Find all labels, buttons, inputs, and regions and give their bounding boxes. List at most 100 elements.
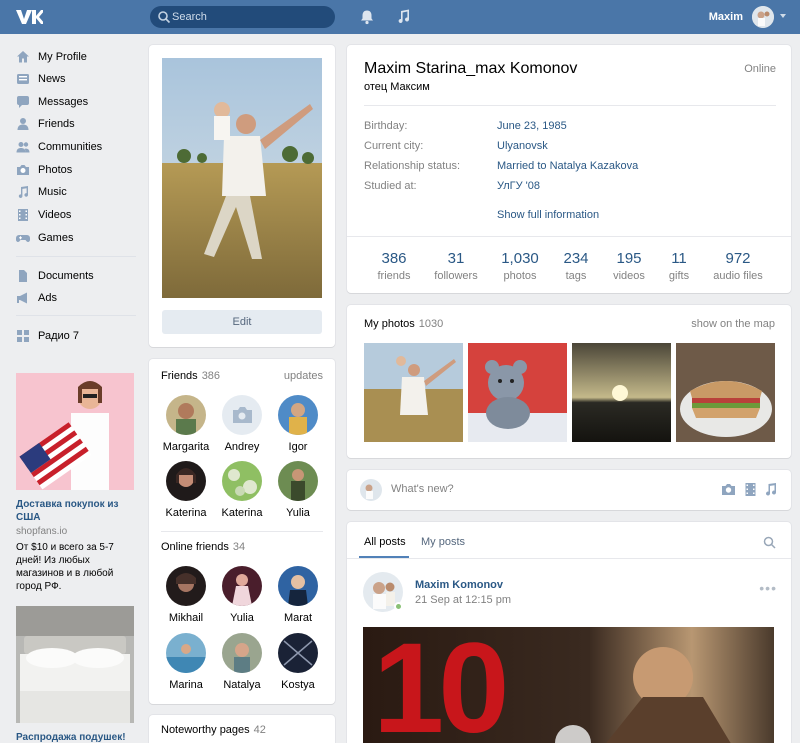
nav-item-my-profile[interactable]: My Profile	[16, 47, 136, 67]
friend-avatar	[278, 395, 318, 435]
online-friends-count: 34	[232, 541, 246, 553]
ad-block[interactable]: Доставка покупок из США shopfans.io От $…	[16, 373, 134, 593]
counter-tags[interactable]: 234 tags	[557, 250, 595, 282]
ad-image[interactable]	[16, 606, 134, 723]
news-icon	[17, 74, 29, 84]
counter-value: 11	[671, 250, 687, 267]
counters-divider	[347, 236, 791, 237]
counter-audio-files[interactable]: 972 audio files	[709, 250, 767, 282]
bell-icon[interactable]	[359, 9, 375, 25]
nav-item-documents[interactable]: Documents	[16, 266, 136, 286]
friend-item[interactable]: Katerina	[156, 461, 216, 519]
header-user-name[interactable]: Maxim	[709, 11, 743, 23]
counter-followers[interactable]: 31 followers	[430, 250, 482, 282]
friend-item[interactable]: Andrey	[212, 395, 272, 453]
nav-label: Documents	[38, 270, 94, 282]
camera-icon	[17, 165, 29, 175]
friend-avatar	[222, 461, 262, 501]
photo-thumbnail[interactable]	[676, 343, 775, 442]
online-friends-header[interactable]: Online friends 34	[161, 541, 245, 553]
profile-status[interactable]: отец Максим	[364, 81, 430, 93]
info-value[interactable]: Ulyanovsk	[497, 140, 548, 152]
music-icon[interactable]	[395, 9, 411, 25]
ad-image[interactable]	[16, 373, 134, 490]
edit-profile-button[interactable]: Edit	[162, 310, 322, 334]
search-icon[interactable]	[763, 536, 776, 549]
nav-divider	[16, 315, 136, 316]
info-value[interactable]: УлГУ '08	[497, 180, 540, 192]
nav-item-ads[interactable]: Ads	[16, 288, 136, 308]
nav-item-music[interactable]: Music	[16, 182, 136, 202]
info-value[interactable]: Married to Natalya Kazakova	[497, 160, 638, 172]
messages-icon	[17, 96, 29, 108]
communities-icon	[16, 142, 30, 153]
post-video[interactable]: 10	[363, 627, 774, 743]
friends-header[interactable]: Friends 386	[161, 370, 220, 382]
friend-item[interactable]: Katerina	[212, 461, 272, 519]
avatar[interactable]	[752, 6, 774, 28]
photo-thumbnail[interactable]	[572, 343, 671, 442]
nav-label: Music	[38, 186, 67, 198]
post-author-name[interactable]: Maxim Komonov	[415, 579, 503, 591]
photo-thumbnail[interactable]	[364, 343, 463, 442]
chevron-down-icon[interactable]	[780, 14, 786, 18]
nav-item-games[interactable]: Games	[16, 228, 136, 248]
video-title-number: 10	[373, 627, 509, 743]
friend-name: Marina	[169, 679, 203, 691]
friend-name: Yulia	[286, 507, 310, 519]
photo-thumbnail[interactable]	[468, 343, 567, 442]
my-photos-header[interactable]: My photos 1030	[364, 318, 443, 330]
online-friend-item[interactable]: Marat	[268, 566, 328, 624]
info-value[interactable]: June 23, 1985	[497, 120, 567, 132]
nav-item-messages[interactable]: Messages	[16, 92, 136, 112]
gamepad-icon	[16, 235, 30, 242]
ad-title[interactable]: Распродажа подушек!	[16, 731, 134, 743]
friends-updates-link[interactable]: updates	[284, 370, 323, 382]
nav-label: Радио 7	[38, 330, 79, 342]
tab-my-posts[interactable]: My posts	[421, 536, 465, 548]
whats-new-input[interactable]: What's new?	[391, 483, 454, 495]
online-friend-item[interactable]: Yulia	[212, 566, 272, 624]
music-icon[interactable]	[763, 482, 778, 497]
counter-value: 386	[381, 250, 407, 267]
more-options-icon[interactable]: •••	[759, 580, 777, 596]
nav-label: Ads	[38, 292, 57, 304]
friend-avatar	[222, 633, 262, 673]
profile-info-card: Maxim Starina_max Komonov отец Максим On…	[347, 45, 791, 293]
counter-gifts[interactable]: 11 gifts	[663, 250, 695, 282]
noteworthy-header[interactable]: Noteworthy pages 42	[161, 724, 266, 736]
search-input[interactable]	[172, 6, 322, 28]
counter-photos[interactable]: 1,030 photos	[497, 250, 543, 282]
ad-title[interactable]: Доставка покупок из США	[16, 498, 134, 524]
online-friend-item[interactable]: Marina	[156, 633, 216, 691]
nav-item-friends[interactable]: Friends	[16, 114, 136, 134]
profile-photo[interactable]	[162, 58, 322, 298]
counter-label: friends	[377, 270, 411, 282]
nav-item-communities[interactable]: Communities	[16, 137, 136, 157]
friend-item[interactable]: Yulia	[268, 461, 328, 519]
film-icon[interactable]	[743, 482, 758, 497]
counter-videos[interactable]: 195 videos	[608, 250, 650, 282]
camera-icon[interactable]	[721, 482, 736, 497]
online-friend-item[interactable]: Mikhail	[156, 566, 216, 624]
nav-item-videos[interactable]: Videos	[16, 205, 136, 225]
tab-all-posts[interactable]: All posts	[364, 536, 406, 548]
counter-friends[interactable]: 386 friends	[371, 250, 417, 282]
nav-item-radio[interactable]: Радио 7	[16, 326, 136, 346]
friend-item[interactable]: Igor	[268, 395, 328, 453]
show-full-info-link[interactable]: Show full information	[497, 209, 599, 221]
nav-item-news[interactable]: News	[16, 69, 136, 89]
friend-name: Marat	[283, 612, 313, 624]
online-friend-item[interactable]: Kostya	[268, 633, 328, 691]
friend-item[interactable]: Margarita	[156, 395, 216, 453]
nav-item-photos[interactable]: Photos	[16, 160, 136, 180]
post-date[interactable]: 21 Sep at 12:15 pm	[415, 594, 511, 606]
counter-label: followers	[434, 270, 478, 282]
online-friend-item[interactable]: Natalya	[212, 633, 272, 691]
show-on-map-link[interactable]: show on the map	[691, 318, 775, 330]
nav-label: My Profile	[38, 51, 87, 63]
ad-block[interactable]: Распродажа подушек!	[16, 606, 134, 743]
search-box[interactable]	[150, 6, 335, 28]
nav-label: Videos	[38, 209, 72, 221]
vk-logo-icon[interactable]	[15, 8, 43, 26]
